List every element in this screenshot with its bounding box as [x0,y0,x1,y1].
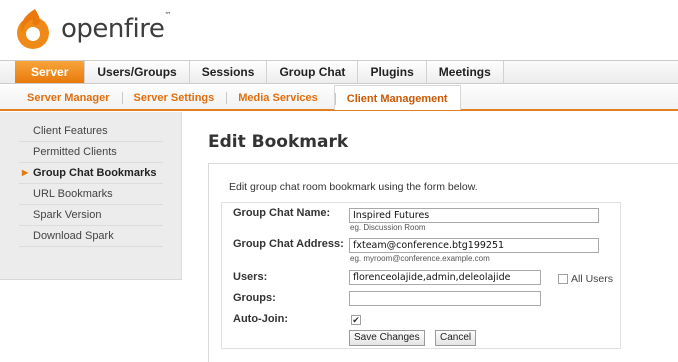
header: openfire™ [0,0,678,58]
all-users-label: All Users [571,273,614,285]
sidebar-item-url-bookmarks[interactable]: URL Bookmarks [19,184,163,205]
edit-bookmark-panel: Edit group chat room bookmark using the … [208,163,678,362]
sidebar-item-permitted-clients[interactable]: Permitted Clients [19,142,163,163]
page-title: Edit Bookmark [208,132,349,152]
sidebar-item-spark-version[interactable]: Spark Version [19,205,163,226]
top-navigation: Server Users/Groups Sessions Group Chat … [0,60,678,84]
sidebar: Client Features Permitted Clients ▶ Group… [0,112,182,280]
sidebar-item-label: Spark Version [33,209,102,221]
group-chat-name-field[interactable]: Inspired Futures [349,208,599,223]
save-changes-button[interactable]: Save Changes [349,330,425,346]
sidebar-item-group-chat-bookmarks[interactable]: ▶ Group Chat Bookmarks [19,163,163,184]
group-chat-name-hint: eg. Discussion Room [350,223,426,232]
all-users-checkbox[interactable] [558,274,568,284]
sidebar-item-label: Permitted Clients [33,146,117,158]
tab-plugins[interactable]: Plugins [358,61,427,83]
active-arrow-icon: ▶ [22,168,29,177]
tab-meetings[interactable]: Meetings [426,61,504,83]
group-chat-name-label: Group Chat Name: [233,207,331,219]
brand-name: openfire [61,14,165,44]
sub-navigation: Server Manager Server Settings Media Ser… [0,85,678,111]
tab-server[interactable]: Server [15,61,86,83]
users-label: Users: [233,271,268,283]
groups-label: Groups: [233,292,276,304]
subtab-server-manager[interactable]: Server Manager [15,85,122,109]
tab-group-chat[interactable]: Group Chat [267,61,359,83]
cancel-button[interactable]: Cancel [435,330,477,346]
subtab-media-services[interactable]: Media Services [226,85,330,109]
tab-users-groups[interactable]: Users/Groups [85,61,190,83]
openfire-flame-icon [17,9,49,49]
auto-join-checkbox[interactable]: ✔ [351,315,361,325]
auto-join-label: Auto-Join: [233,313,288,325]
brand-logo[interactable]: openfire™ [61,11,171,44]
group-chat-address-hint: eg. myroom@conference.example.com [350,254,490,263]
sidebar-item-label: Group Chat Bookmarks [33,167,157,179]
groups-field[interactable] [349,291,541,306]
group-chat-address-label: Group Chat Address: [233,238,344,250]
trademark-mark: ™ [164,11,171,20]
subtab-client-management[interactable]: Client Management [333,85,461,110]
subtab-server-settings[interactable]: Server Settings [121,85,227,109]
sidebar-item-label: URL Bookmarks [33,188,113,200]
sidebar-item-label: Download Spark [33,230,114,242]
bookmark-form: Group Chat Name: Inspired Futures eg. Di… [221,202,621,349]
sidebar-item-download-spark[interactable]: Download Spark [19,226,163,247]
users-field[interactable]: florenceolajide,admin,deleolajide [349,270,541,285]
tab-sessions[interactable]: Sessions [189,61,268,83]
sidebar-item-label: Client Features [33,125,108,137]
form-intro-text: Edit group chat room bookmark using the … [229,181,478,193]
group-chat-address-field[interactable]: fxteam@conference.btg199251 [349,238,599,253]
sidebar-item-client-features[interactable]: Client Features [19,121,163,142]
